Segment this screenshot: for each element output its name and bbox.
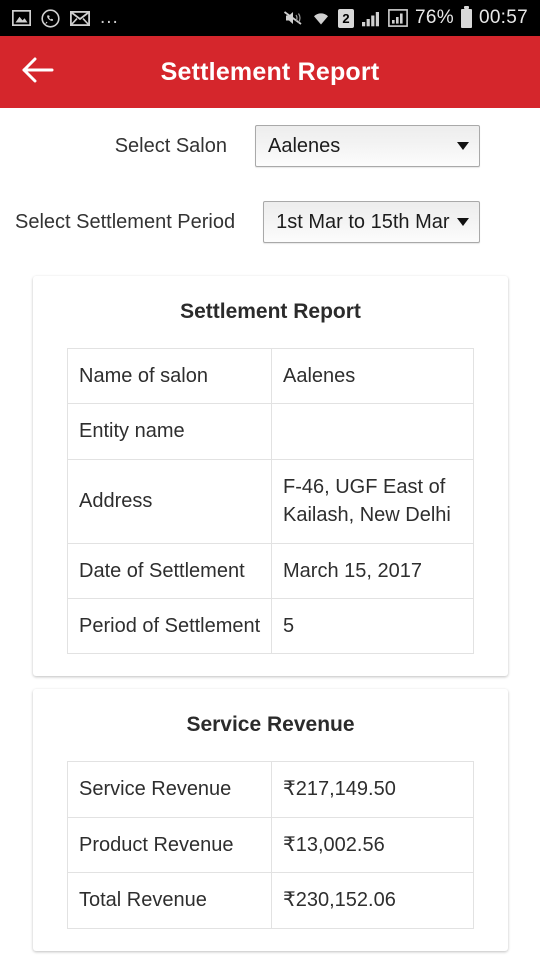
row-key: Date of Settlement: [67, 542, 272, 599]
card-title: Service Revenue: [186, 713, 355, 737]
table-row: Address F-46, UGF East of Kailash, New D…: [67, 458, 474, 544]
row-key: Entity name: [67, 403, 272, 460]
settlement-report-table: Name of salon Aalenes Entity name Addres…: [67, 347, 474, 655]
row-value: F-46, UGF East of Kailash, New Delhi: [271, 458, 474, 544]
signal-icon: [361, 10, 381, 27]
sim2-icon: 2: [338, 8, 355, 28]
overflow-dots-icon: ...: [100, 7, 119, 28]
status-bar-right: 2 76% 00:57: [282, 5, 528, 29]
select-period-label: Select Settlement Period: [15, 210, 236, 233]
mail-icon: [70, 10, 90, 26]
status-bar-left: ...: [12, 7, 119, 28]
row-key: Address: [67, 458, 272, 544]
service-revenue-card: Service Revenue Service Revenue ₹217,149…: [33, 689, 508, 951]
service-revenue-table: Service Revenue ₹217,149.50 Product Reve…: [67, 761, 474, 929]
table-row: Total Revenue ₹230,152.06: [67, 872, 474, 929]
table-row: Name of salon Aalenes: [67, 347, 474, 405]
period-dropdown[interactable]: 1st Mar to 15th Mar: [263, 201, 480, 243]
battery-percent-label: 76%: [415, 7, 454, 28]
settlement-report-card: Settlement Report Name of salon Aalenes …: [33, 276, 508, 677]
row-value: [271, 403, 474, 460]
row-key: Product Revenue: [67, 816, 272, 874]
row-value: 5: [271, 597, 474, 655]
image-icon: [12, 10, 31, 26]
row-value: ₹230,152.06: [271, 872, 474, 929]
table-row: Service Revenue ₹217,149.50: [67, 761, 474, 818]
chevron-down-icon: [457, 142, 469, 150]
row-value: ₹13,002.56: [271, 816, 474, 874]
table-row: Entity name: [67, 403, 474, 460]
status-bar: ... 2 76% 00:57: [0, 0, 540, 36]
mute-icon: [282, 9, 304, 27]
table-row: Product Revenue ₹13,002.56: [67, 816, 474, 874]
row-key: Service Revenue: [67, 761, 272, 818]
chevron-down-icon: [457, 218, 469, 226]
salon-dropdown-value: Aalenes: [268, 134, 341, 157]
select-salon-row: Select Salon Aalenes: [0, 108, 540, 184]
row-value: March 15, 2017: [271, 542, 474, 599]
select-salon-label: Select Salon: [114, 134, 227, 157]
page-title: Settlement Report: [160, 57, 380, 86]
content-scroll-area[interactable]: Select Salon Aalenes Select Settlement P…: [0, 108, 540, 960]
card-title: Settlement Report: [180, 300, 361, 323]
signal-2-icon: [388, 9, 408, 27]
salon-dropdown[interactable]: Aalenes: [255, 125, 480, 167]
table-row: Period of Settlement 5: [67, 597, 474, 655]
row-value: ₹217,149.50: [271, 761, 474, 818]
period-dropdown-value: 1st Mar to 15th Mar: [276, 210, 450, 233]
back-button[interactable]: [10, 44, 66, 100]
table-row: Date of Settlement March 15, 2017: [67, 542, 474, 599]
arrow-left-icon: [22, 57, 54, 88]
select-period-row: Select Settlement Period 1st Mar to 15th…: [0, 184, 540, 260]
row-key: Period of Settlement: [67, 597, 272, 655]
whatsapp-icon: [41, 8, 60, 28]
row-key: Total Revenue: [67, 872, 272, 929]
wifi-icon: [311, 10, 331, 27]
battery-icon: [460, 5, 472, 28]
app-bar: Settlement Report: [0, 36, 540, 108]
row-key: Name of salon: [67, 347, 272, 405]
row-value: Aalenes: [271, 347, 474, 405]
clock-label: 00:57: [478, 7, 528, 28]
